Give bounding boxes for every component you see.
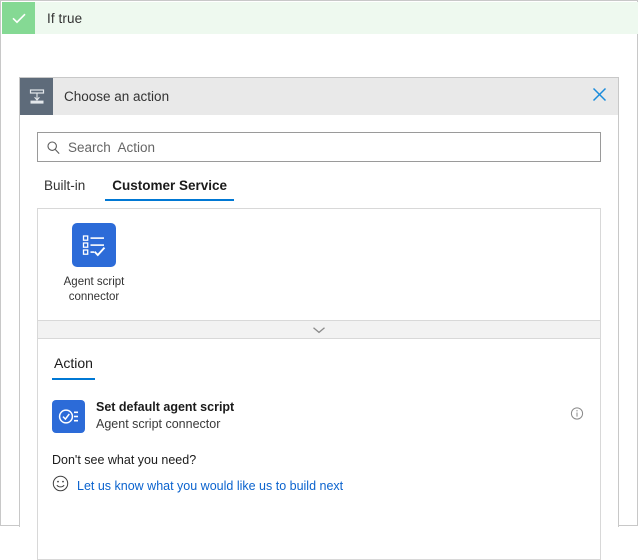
action-item-text: Set default agent script Agent script co… [96,399,234,433]
branch-title: If true [47,11,82,26]
tab-customer-service[interactable]: Customer Service [105,174,234,201]
results-tab-strip: Action [52,339,586,380]
branch-check-icon-box [2,2,35,34]
connector-tab-strip: Built-in Customer Service [37,174,601,205]
action-item-subtitle: Agent script connector [96,416,234,433]
connector-panel: Agent script connector [37,208,601,321]
search-icon [38,140,68,155]
footer-link-row: Let us know what you would like us to bu… [52,475,586,497]
dialog-title: Choose an action [64,89,169,104]
search-box[interactable] [37,132,601,162]
tab-action[interactable]: Action [52,353,95,380]
connector-tile-label: Agent script connector [52,275,136,305]
action-item-title: Set default agent script [96,399,234,416]
footer-block: Don't see what you need? Let us know wha… [52,453,586,497]
chevron-down-icon [312,321,326,339]
collapse-connectors-button[interactable] [37,321,601,339]
check-icon [10,9,28,27]
dialog-header: Choose an action [20,78,618,115]
search-input[interactable] [68,134,600,160]
check-circle-list-icon [52,400,85,433]
dialog-body: Built-in Customer Service [20,132,618,560]
info-button[interactable] [570,407,584,426]
checklist-icon [72,223,116,267]
close-button[interactable] [580,78,618,115]
close-icon [592,87,607,107]
insert-action-icon [20,78,53,115]
tab-built-in[interactable]: Built-in [37,174,92,201]
choose-action-dialog: Choose an action [19,77,619,527]
action-list: Set default agent script Agent script co… [52,394,586,438]
smiley-icon [52,475,69,497]
branch-header: If true [2,2,638,34]
build-next-link[interactable]: Let us know what you would like us to bu… [77,479,343,493]
info-icon [570,408,584,425]
connector-tile-agent-script[interactable]: Agent script connector [52,219,136,305]
footer-question: Don't see what you need? [52,453,586,467]
action-list-item[interactable]: Set default agent script Agent script co… [52,394,586,438]
page-frame: If true Choose an action [0,0,638,526]
results-panel: Action [37,339,601,560]
